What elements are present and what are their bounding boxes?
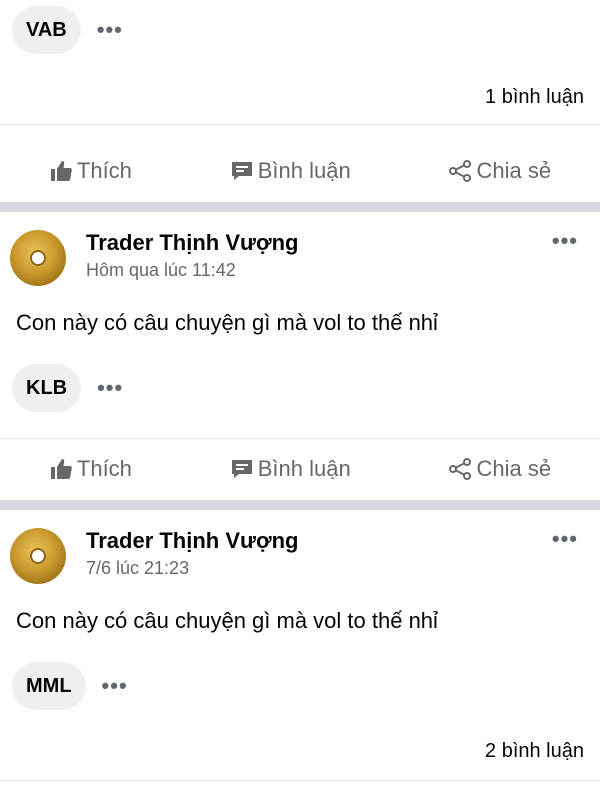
post1-header: Trader Thịnh Vượng Hôm qua lúc 11:42	[10, 230, 590, 286]
author-name[interactable]: Trader Thịnh Vượng	[86, 230, 298, 256]
author-name[interactable]: Trader Thịnh Vượng	[86, 528, 298, 554]
thumbs-up-icon	[50, 161, 72, 181]
post2-tag-row: MML •••	[12, 662, 128, 710]
stock-tag[interactable]: VAB	[12, 6, 81, 54]
stock-tag-label: KLB	[26, 376, 68, 399]
post2-header: Trader Thịnh Vượng 7/6 lúc 21:23	[10, 528, 590, 584]
post-text: Con này có câu chuyện gì mà vol to thế n…	[16, 310, 438, 335]
share-icon	[449, 160, 472, 182]
share-label: Chia sẻ	[476, 158, 552, 183]
comment-button[interactable]: Bình luận	[230, 158, 351, 184]
post-time[interactable]: 7/6 lúc 21:23	[86, 558, 298, 579]
stock-tag-label: VAB	[26, 18, 67, 41]
comment-bubble-icon	[231, 162, 252, 180]
divider	[0, 438, 600, 439]
stock-tag[interactable]: MML	[12, 662, 86, 710]
share-icon	[449, 458, 472, 480]
post-time[interactable]: Hôm qua lúc 11:42	[86, 260, 298, 281]
share-label: Chia sẻ	[476, 456, 552, 481]
avatar[interactable]	[10, 230, 66, 286]
post1-action-bar: Thích Bình luận Chia sẻ	[0, 440, 600, 498]
like-button[interactable]: Thích	[49, 456, 132, 482]
post-text: Con này có câu chuyện gì mà vol to thế n…	[16, 608, 438, 633]
like-button[interactable]: Thích	[49, 158, 132, 184]
avatar[interactable]	[10, 528, 66, 584]
post-separator	[0, 202, 600, 212]
divider	[0, 124, 600, 125]
comment-button[interactable]: Bình luận	[230, 456, 351, 482]
comment-label: Bình luận	[257, 158, 351, 183]
more-icon[interactable]: •••	[552, 526, 578, 552]
post1-meta: Trader Thịnh Vượng Hôm qua lúc 11:42	[86, 230, 298, 281]
post0-tag-row: VAB •••	[12, 6, 123, 54]
like-label: Thích	[76, 456, 132, 481]
share-button[interactable]: Chia sẻ	[448, 158, 551, 184]
comment-count[interactable]: 2 bình luận	[485, 740, 584, 763]
comment-bubble-icon	[231, 460, 252, 478]
thumbs-up-icon	[50, 459, 72, 479]
stock-tag[interactable]: KLB	[12, 364, 82, 412]
post0-action-bar: Thích Bình luận Chia sẻ	[0, 142, 600, 200]
share-button[interactable]: Chia sẻ	[448, 456, 551, 482]
post1-tag-row: KLB •••	[12, 364, 123, 412]
stock-tag-label: MML	[26, 674, 72, 697]
like-label: Thích	[76, 158, 132, 183]
more-icon[interactable]: •••	[97, 377, 123, 399]
comment-count[interactable]: 1 bình luận	[485, 86, 584, 109]
more-icon[interactable]: •••	[552, 228, 578, 254]
more-icon[interactable]: •••	[97, 19, 123, 41]
comment-label: Bình luận	[257, 456, 351, 481]
divider	[0, 780, 600, 781]
post2-meta: Trader Thịnh Vượng 7/6 lúc 21:23	[86, 528, 298, 579]
post-separator	[0, 500, 600, 510]
more-icon[interactable]: •••	[102, 675, 128, 697]
